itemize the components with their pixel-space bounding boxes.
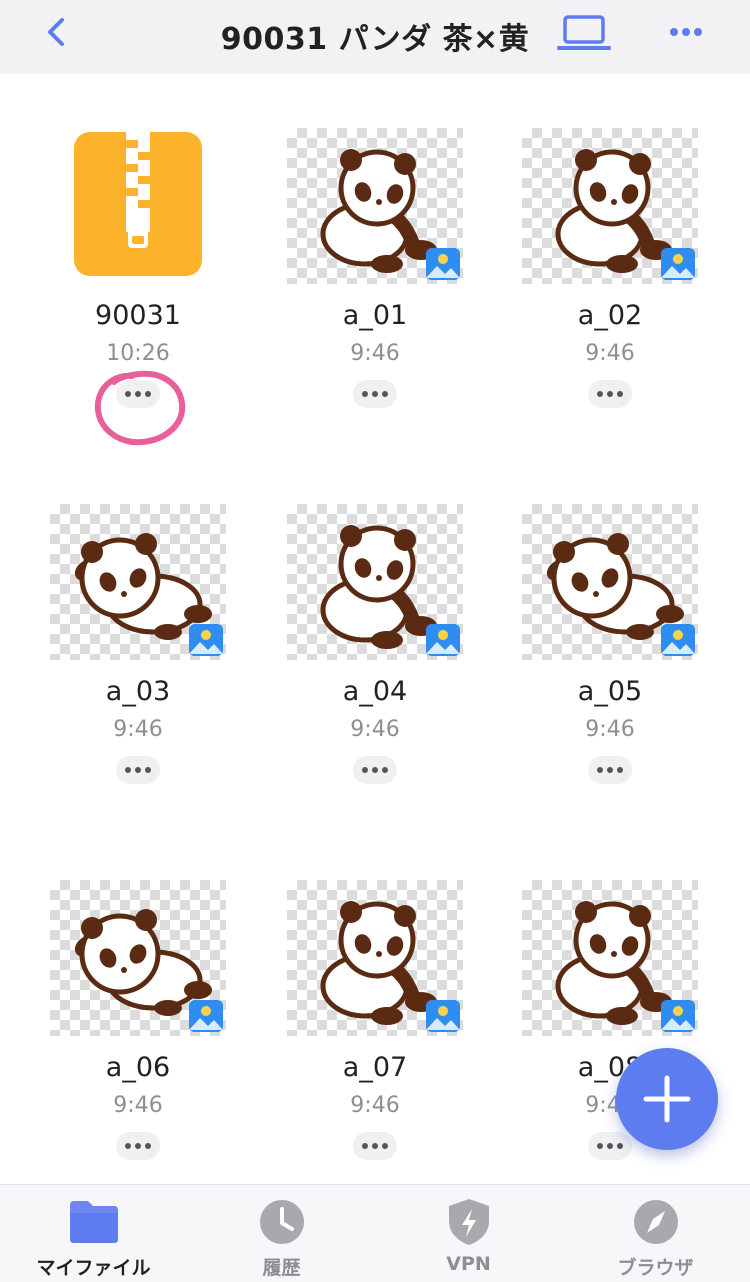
tab-history[interactable]: 履歴 [188,1185,375,1282]
image-thumbnail [50,880,226,1036]
image-thumbnail [522,128,698,284]
file-time: 9:46 [350,717,400,742]
tab-label: マイファイル [36,1257,151,1279]
file-name: a_05 [577,676,643,707]
image-badge-icon [426,1000,460,1032]
shield-bolt-icon [448,1199,489,1245]
file-item-a_03[interactable]: a_03 9:46 [20,504,256,844]
file-name: a_01 [342,300,408,331]
tab-my-files[interactable]: マイファイル [0,1185,187,1282]
page-title: 90031 パンダ 茶×黄 [220,22,530,57]
add-button[interactable] [616,1048,718,1150]
image-badge-icon [661,1000,695,1032]
file-name: a_03 [105,676,171,707]
file-item-a_05[interactable]: a_05 9:46 [492,504,728,844]
annotation-circle [94,370,186,446]
image-thumbnail [287,880,463,1036]
file-more-button[interactable] [353,1132,397,1160]
file-item-a_06[interactable]: a_06 9:46 [20,880,256,1220]
file-item-a_07[interactable]: a_07 9:46 [257,880,493,1220]
tab-label: 履歴 [262,1257,301,1279]
file-name: a_02 [577,300,643,331]
image-badge-icon [661,248,695,280]
compass-icon [633,1200,678,1244]
file-name: 90031 [95,300,181,331]
file-time: 9:46 [113,1093,163,1118]
image-badge-icon [426,624,460,656]
tab-label: VPN [446,1253,491,1275]
image-badge-icon [189,624,223,656]
file-more-button[interactable] [116,756,160,784]
file-item-a_01[interactable]: a_01 9:46 [257,128,493,468]
bottom-tab-bar: マイファイル 履歴 VPN ブラウザ [0,1184,750,1282]
file-time: 10:26 [106,341,170,366]
file-more-button[interactable] [116,1132,160,1160]
image-thumbnail [50,504,226,660]
file-time: 9:46 [585,717,635,742]
more-horizontal-icon [670,28,702,36]
zip-icon [74,132,202,276]
tab-browser[interactable]: ブラウザ [562,1185,749,1282]
file-time: 9:46 [113,717,163,742]
image-badge-icon [661,624,695,656]
clock-icon [259,1200,304,1244]
image-thumbnail [522,880,698,1036]
file-time: 9:46 [350,341,400,366]
file-name: a_04 [342,676,408,707]
file-more-button[interactable] [353,380,397,408]
file-more-button[interactable] [588,380,632,408]
image-thumbnail [287,128,463,284]
file-item-a_04[interactable]: a_04 9:46 [257,504,493,844]
tab-label: ブラウザ [617,1257,694,1279]
folder-icon [69,1201,118,1243]
top-navigation-bar: 90031 パンダ 茶×黄 [0,0,750,74]
file-more-button[interactable] [353,756,397,784]
file-more-button[interactable] [588,756,632,784]
image-badge-icon [426,248,460,280]
file-time: 9:46 [585,341,635,366]
file-name: a_07 [342,1052,408,1083]
image-thumbnail [522,504,698,660]
laptop-button[interactable] [556,12,612,52]
laptop-icon [557,15,611,50]
file-time: 9:46 [350,1093,400,1118]
image-badge-icon [189,1000,223,1032]
more-options-button[interactable] [662,12,710,52]
plus-icon [643,1075,691,1123]
tab-vpn[interactable]: VPN [375,1185,562,1282]
file-name: a_06 [105,1052,171,1083]
image-thumbnail [287,504,463,660]
file-item-a_02[interactable]: a_02 9:46 [492,128,728,468]
